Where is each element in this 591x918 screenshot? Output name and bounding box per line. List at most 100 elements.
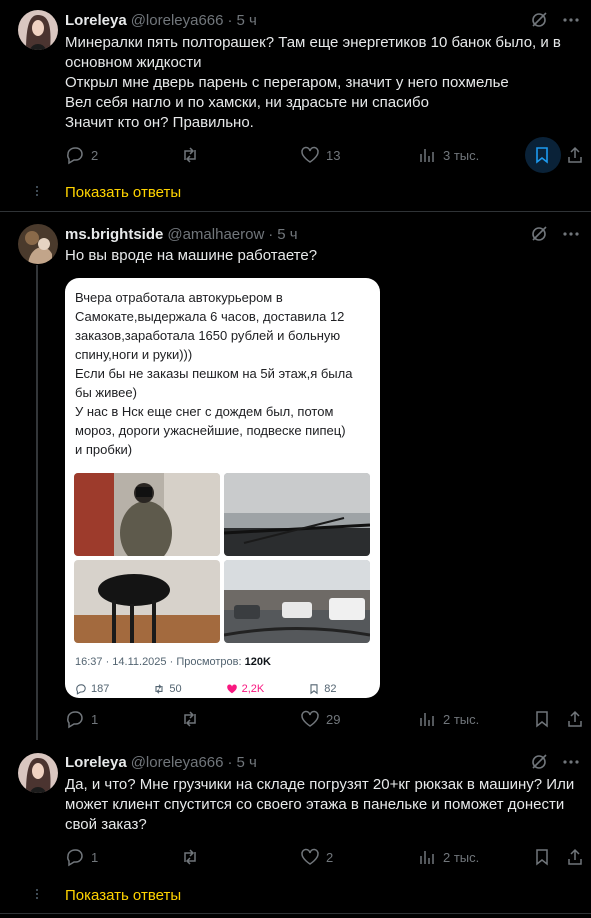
embedded-text-line: У нас в Нск еще снег с дождем был, потом [75, 404, 334, 419]
photo-stool[interactable] [74, 560, 220, 643]
avatar[interactable] [18, 753, 58, 793]
retweet-button[interactable] [180, 847, 206, 867]
separator-dot: · [227, 11, 233, 29]
tweet-text: Минералки пять полторашек? Там еще энерг… [65, 33, 565, 133]
embedded-meta-text: 16:37 · 14.11.2025 · Просмотров: [75, 656, 245, 668]
bookmark-button[interactable] [532, 847, 552, 867]
like-button[interactable]: 2 [300, 847, 333, 867]
reply-count: 2 [91, 147, 99, 163]
share-button[interactable] [565, 709, 585, 729]
show-replies-label[interactable]: Показать ответы [65, 887, 181, 904]
bookmark-button[interactable] [532, 145, 552, 165]
tweet-text-line: основном жидкости [65, 54, 202, 71]
tweet-header: ms.brightside @amalhaerow · 5 ч [65, 224, 298, 244]
author-handle[interactable]: @amalhaerow [167, 226, 264, 243]
share-icon [568, 146, 582, 163]
share-button[interactable] [565, 145, 585, 165]
embedded-stats: 187 50 2,2K 82 [75, 683, 375, 695]
embedded-meta: 16:37 · 14.11.2025 · Просмотров: 120K [75, 656, 271, 668]
retweet-button[interactable] [180, 145, 206, 165]
views-button[interactable]: 3 тыс. [417, 145, 479, 165]
tweet-text: Но вы вроде на машине работаете? [65, 246, 565, 266]
tweet-text: Да, и что? Мне грузчики на складе погруз… [65, 775, 575, 835]
timestamp[interactable]: 5 ч [237, 12, 257, 29]
share-button[interactable] [565, 847, 585, 867]
heart-icon [301, 848, 319, 865]
tweet-header: Loreleya @loreleya666 · 5 ч [65, 10, 257, 30]
heart-icon [301, 710, 319, 727]
embedded-replies: 187 [75, 683, 131, 695]
embedded-text-line: спину,ноги и руки))) [75, 347, 193, 362]
author-name[interactable]: ms.brightside [65, 226, 163, 243]
more-icon[interactable] [561, 752, 581, 772]
like-count: 13 [326, 147, 341, 163]
embedded-views: 120K [244, 656, 271, 668]
like-button[interactable]: 29 [300, 709, 340, 729]
embedded-text-line: заказов,заработала 1650 рублей и больную [75, 328, 341, 343]
views-button[interactable]: 2 тыс. [417, 709, 479, 729]
timestamp[interactable]: 5 ч [237, 754, 257, 771]
author-name[interactable]: Loreleya [65, 12, 127, 29]
embedded-text: Вчера отработала автокурьером в Самокате… [75, 288, 375, 459]
embedded-text-line: и пробки) [75, 442, 133, 457]
grok-icon[interactable] [529, 224, 549, 244]
thread-dots [35, 887, 39, 901]
tweet-text-line: свой заказ? [65, 816, 147, 833]
author-name[interactable]: Loreleya [65, 754, 127, 771]
embedded-bookmarks: 82 [308, 683, 358, 695]
reply-icon [67, 711, 83, 729]
like-count: 2 [326, 849, 334, 865]
show-replies-label[interactable]: Показать ответы [65, 184, 181, 201]
embedded-text-line: Самокате,выдержала 6 часов, доставила 12 [75, 309, 345, 324]
author-handle[interactable]: @loreleya666 [131, 754, 224, 771]
grok-icon[interactable] [529, 752, 549, 772]
reply-count: 1 [91, 849, 99, 865]
tweet-actions: 1 2 2 тыс. [65, 847, 585, 867]
show-replies-1[interactable]: Показать ответы [0, 176, 591, 210]
timestamp[interactable]: 5 ч [277, 226, 297, 243]
share-icon [568, 848, 582, 865]
divider [0, 913, 591, 914]
reply-count: 1 [91, 711, 99, 727]
thread-line [36, 265, 38, 740]
tweet-actions: 1 29 2 тыс. [65, 709, 585, 729]
like-button[interactable]: 13 [300, 145, 340, 165]
embedded-likes: 2,2K [226, 683, 287, 695]
bookmark-icon [536, 849, 548, 866]
retweet-icon [184, 147, 196, 163]
views-count: 3 тыс. [443, 147, 480, 163]
author-handle[interactable]: @loreleya666 [131, 12, 224, 29]
photo-traffic[interactable] [224, 560, 370, 643]
tweet-text-line: Значит кто он? Правильно. [65, 114, 254, 131]
embedded-screenshot[interactable]: Вчера отработала автокурьером в Самокате… [65, 278, 380, 698]
photo-grid [74, 473, 371, 643]
views-button[interactable]: 2 тыс. [417, 847, 479, 867]
header-actions [529, 10, 581, 30]
tweet-actions: 2 13 3 тыс. [65, 137, 585, 173]
more-icon[interactable] [561, 10, 581, 30]
reply-button[interactable]: 1 [65, 709, 98, 729]
views-icon [420, 713, 434, 726]
reply-button[interactable]: 2 [65, 145, 98, 165]
avatar[interactable] [18, 224, 58, 264]
tweet-text-line: Минералки пять полторашек? Там еще энерг… [65, 34, 561, 51]
bookmark-button[interactable] [532, 709, 552, 729]
thread-dots [35, 184, 39, 198]
more-icon[interactable] [561, 224, 581, 244]
retweet-button[interactable] [180, 709, 206, 729]
heart-icon [301, 146, 319, 163]
embedded-text-line: бы живее) [75, 385, 137, 400]
bookmark-icon [536, 147, 548, 164]
tweet-text-line: Открыл мне дверь парень с перегаром, зна… [65, 74, 509, 91]
reply-icon [67, 147, 83, 165]
retweet-icon [184, 711, 196, 727]
embedded-text-line: Если бы не заказы пешком на 5й этаж,я бы… [75, 366, 353, 381]
show-replies-2[interactable]: Показать ответы [0, 879, 591, 913]
views-icon [420, 851, 434, 864]
grok-icon[interactable] [529, 10, 549, 30]
photo-windshield-snow[interactable] [224, 473, 370, 556]
avatar[interactable] [18, 10, 58, 50]
photo-selfie[interactable] [74, 473, 220, 556]
reply-button[interactable]: 1 [65, 847, 98, 867]
header-actions [529, 752, 581, 772]
